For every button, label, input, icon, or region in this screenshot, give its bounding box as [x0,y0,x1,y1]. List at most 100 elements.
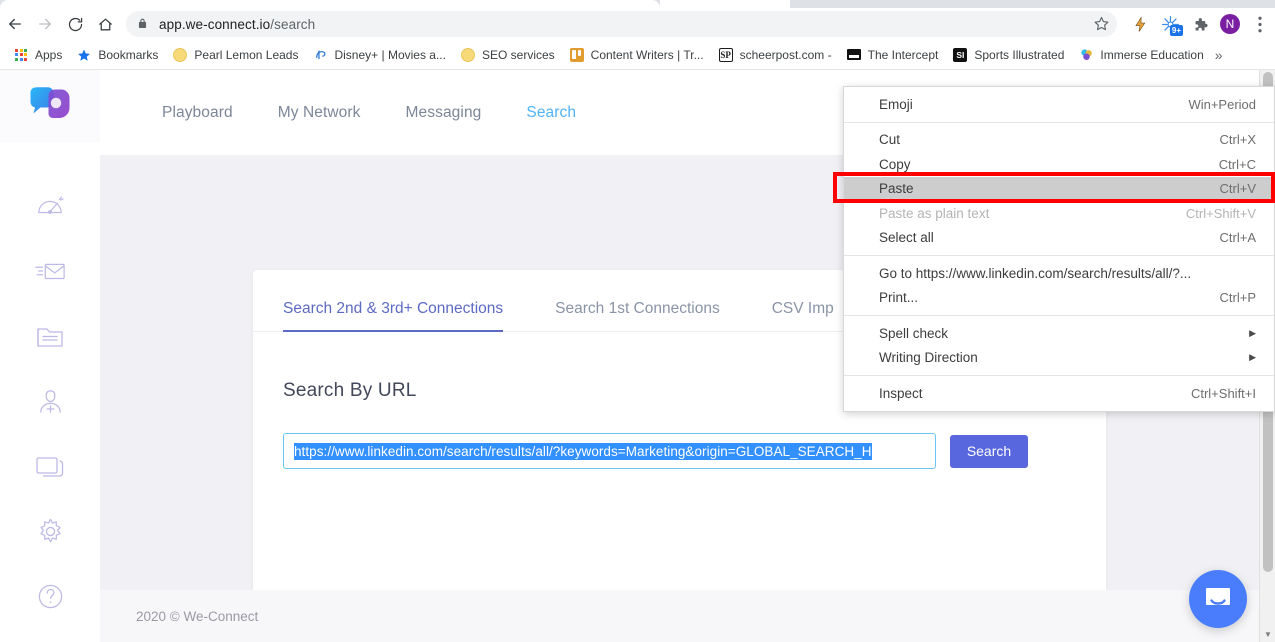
forward-icon[interactable] [30,9,60,39]
nav-item-my-network[interactable]: My Network [278,104,361,122]
screenshot-root: app.we-connect.io/search 9+ N Apps Bookm… [0,0,1275,642]
reload-icon[interactable] [60,9,90,39]
scrollbar-down-arrow-icon[interactable]: ▼ [1260,626,1275,642]
bookmark-disney-plus[interactable]: Disney+ | Movies a... [305,44,453,66]
context-menu-item-emoji[interactable]: Emoji Win+Period [844,92,1274,117]
bookmark-star-icon[interactable] [1093,15,1111,33]
context-menu-item-spell-check[interactable]: Spell check ▶ [844,321,1274,346]
campaign-mail-icon[interactable] [26,247,74,295]
tab-strip-gap [660,0,790,8]
bookmark-label: Pearl Lemon Leads [194,47,299,62]
context-menu-item-cut[interactable]: Cut Ctrl+X [844,128,1274,153]
bookmark-label: scheerpost.com - [739,47,832,62]
menu-item-label: Cut [879,132,901,148]
context-menu-item-inspect[interactable]: Inspect Ctrl+Shift+I [844,381,1274,406]
menu-separator [844,121,1274,123]
bookmark-immerse-education[interactable]: Immerse Education [1071,44,1210,66]
browser-tab-other[interactable] [790,0,1275,8]
bookmark-seo-services[interactable]: SEO services [453,44,562,66]
extension-lightning-icon[interactable] [1125,9,1155,39]
bookmark-the-intercept[interactable]: The Intercept [839,44,946,66]
context-menu-item-copy[interactable]: Copy Ctrl+C [844,152,1274,177]
bookmark-label: Bookmarks [98,47,159,62]
app-sidebar [0,70,100,642]
chrome-menu-icon[interactable] [1245,9,1275,39]
trello-icon [569,47,585,63]
menu-separator [844,375,1274,376]
accounts-cards-icon[interactable] [26,442,74,490]
sidebar-icon-list [0,142,100,620]
context-menu-item-print[interactable]: Print... Ctrl+P [844,286,1274,311]
star-icon [76,47,92,63]
bookmark-apps[interactable]: Apps [6,44,69,66]
profile-avatar-initial: N [1220,14,1240,34]
submenu-arrow-icon: ▶ [1249,327,1256,338]
nav-item-playboard[interactable]: Playboard [162,104,233,122]
browser-toolbar: app.we-connect.io/search 9+ N [0,8,1275,40]
footer-copyright: 2020 © We-Connect [136,608,259,624]
menu-item-shortcut: Ctrl+Shift+I [1190,385,1256,401]
search-url-value: https://www.linkedin.com/search/results/… [294,442,872,460]
menu-item-label: Writing Direction [879,350,978,366]
context-menu-item-go-to-url[interactable]: Go to https://www.linkedin.com/search/re… [844,261,1274,286]
menu-item-shortcut: Win+Period [1188,96,1256,112]
menu-item-shortcut: Ctrl+A [1219,230,1256,246]
bookmark-bookmarks[interactable]: Bookmarks [69,44,165,66]
tab-search-1st-connections[interactable]: Search 1st Connections [555,300,720,331]
menu-item-shortcut: Ctrl+V [1219,181,1256,197]
nav-item-messaging[interactable]: Messaging [406,104,482,122]
settings-gear-icon[interactable] [26,507,74,555]
bookmark-label: Apps [35,47,63,62]
reports-folder-icon[interactable] [26,312,74,360]
bookmark-label: Content Writers | Tr... [590,47,704,62]
nav-item-search[interactable]: Search [526,104,576,122]
profile-avatar[interactable]: N [1215,9,1245,39]
url-host: app.we-connect.io [159,16,271,32]
context-menu: Emoji Win+Period Cut Ctrl+X Copy Ctrl+C … [843,86,1275,412]
dot-icon [172,47,188,63]
context-menu-item-select-all[interactable]: Select all Ctrl+A [844,226,1274,251]
tab-csv-import[interactable]: CSV Imp [772,300,834,331]
menu-separator [844,255,1274,256]
bookmark-label: Disney+ | Movies a... [334,47,446,62]
bookmark-pearl-lemon-leads[interactable]: Pearl Lemon Leads [165,44,305,66]
add-contact-icon[interactable] [26,377,74,425]
address-bar[interactable]: app.we-connect.io/search [126,11,1117,37]
menu-item-label: Paste as plain text [879,205,990,221]
extension-badge-icon[interactable]: 9+ [1155,9,1185,39]
bookmark-scheerpost[interactable]: SP scheerpost.com - [711,44,839,66]
tab-search-2nd-3rd-connections[interactable]: Search 2nd & 3rd+ Connections [283,300,504,332]
dot-icon [460,47,476,63]
extensions-puzzle-icon[interactable] [1185,9,1215,39]
bookmarks-bar: Apps Bookmarks Pearl Lemon Leads Disney+… [0,40,1275,70]
menu-item-label: Copy [879,156,911,172]
help-question-icon[interactable] [26,572,74,620]
browser-tab-active[interactable] [0,0,660,8]
menu-item-label: Spell check [879,325,949,341]
search-url-input[interactable]: https://www.linkedin.com/search/results/… [283,433,936,469]
context-menu-item-writing-direction[interactable]: Writing Direction ▶ [844,346,1274,371]
menu-item-label: Emoji [879,96,913,112]
si-icon: SI [952,47,968,63]
address-bar-url: app.we-connect.io/search [159,17,315,32]
menu-item-shortcut: Ctrl+P [1219,290,1256,306]
we-connect-logo[interactable] [0,70,100,142]
bookmark-sports-illustrated[interactable]: SI Sports Illustrated [945,44,1071,66]
menu-item-label: Go to https://www.linkedin.com/search/re… [879,265,1192,281]
bookmarks-overflow-icon[interactable]: » [1215,47,1223,63]
intercept-icon [846,47,862,63]
apps-grid-icon [13,47,29,63]
submenu-arrow-icon: ▶ [1249,352,1256,363]
back-icon[interactable] [0,9,30,39]
bookmark-content-writers[interactable]: Content Writers | Tr... [562,44,711,66]
search-button[interactable]: Search [950,434,1028,468]
home-icon[interactable] [90,9,120,39]
intercom-chat-bubble[interactable] [1189,570,1247,628]
dashboard-speedometer-icon[interactable] [26,182,74,230]
context-menu-item-paste[interactable]: Paste Ctrl+V [844,176,1274,201]
url-path: /search [270,16,316,32]
context-menu-item-paste-as-plain-text[interactable]: Paste as plain text Ctrl+Shift+V [844,201,1274,226]
app-footer: 2020 © We-Connect [100,590,1275,642]
menu-item-shortcut: Ctrl+Shift+V [1185,205,1256,221]
scheerpost-icon: SP [718,47,733,62]
